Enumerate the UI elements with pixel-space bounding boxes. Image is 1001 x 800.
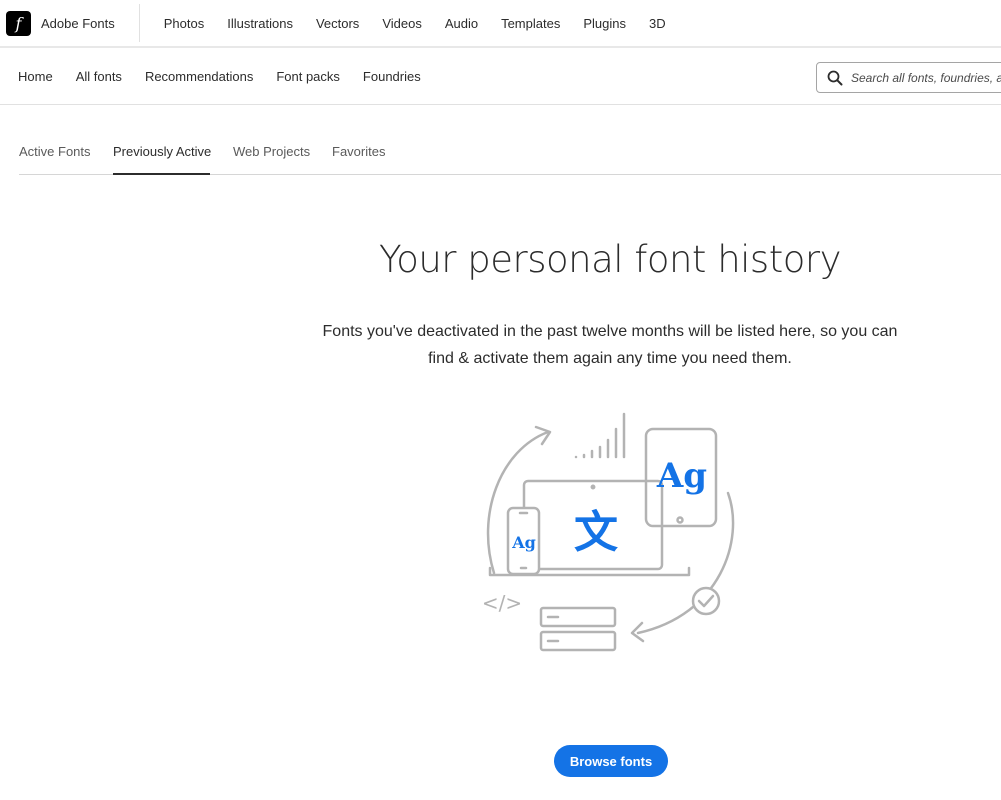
topnav-illustrations[interactable]: Illustrations <box>227 16 293 31</box>
topnav-vectors[interactable]: Vectors <box>316 16 359 31</box>
brand[interactable]: f Adobe Fonts <box>0 4 140 42</box>
adobe-fonts-logo-icon: f <box>6 10 31 36</box>
active-tab-indicator <box>113 173 210 175</box>
search-input[interactable]: Search all fonts, foundries, a <box>816 62 1001 93</box>
tablet-button <box>676 516 684 524</box>
page-description: Fonts you've deactivated in the past twe… <box>300 318 920 372</box>
topnav-audio[interactable]: Audio <box>445 16 478 31</box>
top-nav: Photos Illustrations Vectors Videos Audi… <box>140 16 666 31</box>
top-bar: f Adobe Fonts Photos Illustrations Vecto… <box>0 0 1001 48</box>
search-placeholder: Search all fonts, foundries, a <box>851 70 1001 85</box>
topnav-plugins[interactable]: Plugins <box>583 16 626 31</box>
page-title: Your personal font history <box>379 238 841 281</box>
brand-name: Adobe Fonts <box>41 15 115 31</box>
phone-glyph: Ag <box>511 533 536 552</box>
code-icon: </> <box>482 591 522 615</box>
browse-fonts-button[interactable]: Browse fonts <box>554 745 668 777</box>
subnav-recommendations[interactable]: Recommendations <box>145 69 253 84</box>
topnav-3d[interactable]: 3D <box>649 16 666 31</box>
tab-previously-active[interactable]: Previously Active <box>113 144 211 159</box>
subnav-all-fonts[interactable]: All fonts <box>76 69 122 84</box>
check-circle-icon <box>691 586 721 616</box>
font-history-illustration: </> Ag 文 Ag <box>482 412 735 652</box>
subnav-foundries[interactable]: Foundries <box>363 69 421 84</box>
description-line-1: Fonts you've deactivated in the past twe… <box>322 323 898 340</box>
tab-web-projects[interactable]: Web Projects <box>233 144 310 159</box>
topnav-photos[interactable]: Photos <box>164 16 204 31</box>
cycle-arrow-right <box>636 491 735 635</box>
laptop-glyph: 文 <box>574 507 618 558</box>
tablet-glyph: Ag <box>656 456 707 496</box>
tab-active-fonts[interactable]: Active Fonts <box>19 144 91 159</box>
subnav-font-packs[interactable]: Font packs <box>276 69 340 84</box>
topnav-videos[interactable]: Videos <box>382 16 422 31</box>
tab-favorites[interactable]: Favorites <box>332 144 385 159</box>
topnav-templates[interactable]: Templates <box>501 16 560 31</box>
description-line-2: find & activate them again any time you … <box>428 350 792 367</box>
sub-nav: Home All fonts Recommendations Font pack… <box>0 48 1001 105</box>
subnav-home[interactable]: Home <box>18 69 53 84</box>
search-icon <box>827 70 843 85</box>
tabs: Active Fonts Previously Active Web Proje… <box>19 140 1001 175</box>
